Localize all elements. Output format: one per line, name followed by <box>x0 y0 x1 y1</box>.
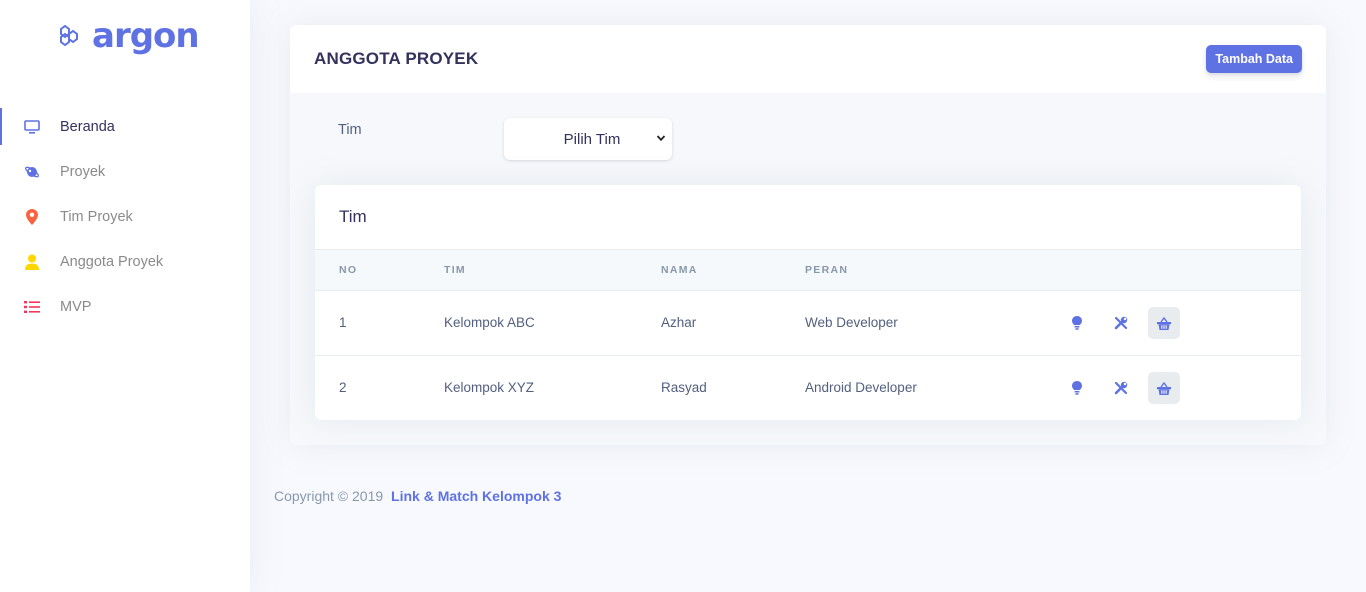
cell-no: 1 <box>339 315 347 330</box>
cell-tim: Kelompok ABC <box>444 315 535 330</box>
planet-icon <box>24 164 40 180</box>
list-icon <box>24 299 40 315</box>
footer: Copyright © 2019 Link & Match Kelompok 3 <box>274 488 561 504</box>
team-filter-label: Tim <box>338 122 362 138</box>
pin-icon <box>24 208 40 225</box>
add-data-button[interactable]: Tambah Data <box>1206 45 1302 73</box>
cell-peran: Android Developer <box>805 380 917 395</box>
sidebar-nav: Beranda Proyek Tim Proyek Anggota Proyek… <box>0 104 250 329</box>
brand-logo[interactable]: argon <box>56 16 200 56</box>
team-select-value: Pilih Tim <box>563 130 621 148</box>
sidebar-item-label: Anggota Proyek <box>60 253 164 270</box>
table-row: 1 Kelompok ABC Azhar Web Developer <box>315 291 1301 356</box>
chevron-down-icon <box>656 135 666 142</box>
cell-no: 2 <box>339 380 347 395</box>
page-title: ANGGOTA PROYEK <box>314 49 479 68</box>
anggota-proyek-card: ANGGOTA PROYEK Tambah Data Tim Pilih Tim… <box>290 25 1326 445</box>
sidebar-item-label: Proyek <box>60 163 106 180</box>
copyright-text: Copyright © 2019 <box>274 488 384 504</box>
sidebar: argon Beranda Proyek Tim Proyek Anggota … <box>0 0 250 592</box>
edit-button[interactable] <box>1105 307 1137 339</box>
cell-nama: Rasyad <box>661 380 707 395</box>
card-header: ANGGOTA PROYEK Tambah Data <box>290 25 1326 93</box>
basket-icon <box>1157 381 1171 395</box>
user-icon <box>24 254 40 270</box>
column-header-nama: NAMA <box>661 264 698 276</box>
column-header-no: NO <box>339 264 358 276</box>
team-select[interactable]: Pilih Tim <box>504 118 672 160</box>
delete-button[interactable] <box>1148 307 1180 339</box>
footer-link[interactable]: Link & Match Kelompok 3 <box>391 488 561 504</box>
sidebar-item-anggota-proyek[interactable]: Anggota Proyek <box>0 239 250 284</box>
brand-name: argon <box>92 16 200 56</box>
table-header: NO TIM NAMA PERAN <box>315 250 1301 291</box>
sidebar-item-label: MVP <box>60 298 92 315</box>
sidebar-item-label: Beranda <box>60 118 115 135</box>
table-row: 2 Kelompok XYZ Rasyad Android Developer <box>315 356 1301 420</box>
basket-icon <box>1157 316 1171 330</box>
team-table-card: Tim NO TIM NAMA PERAN 1 Kelompok ABC Azh… <box>315 185 1301 420</box>
sidebar-item-mvp[interactable]: MVP <box>0 284 250 329</box>
table-title: Tim <box>315 185 1301 250</box>
sidebar-item-tim-proyek[interactable]: Tim Proyek <box>0 194 250 239</box>
sidebar-item-label: Tim Proyek <box>60 208 133 225</box>
hexagons-icon <box>60 24 78 47</box>
cell-peran: Web Developer <box>805 315 898 330</box>
bulb-icon <box>1072 316 1082 330</box>
tv-icon <box>24 119 40 135</box>
detail-button[interactable] <box>1061 372 1093 404</box>
cell-tim: Kelompok XYZ <box>444 380 535 395</box>
detail-button[interactable] <box>1061 307 1093 339</box>
sidebar-item-proyek[interactable]: Proyek <box>0 149 250 194</box>
tools-icon <box>1114 316 1128 330</box>
bulb-icon <box>1072 381 1082 395</box>
sidebar-item-beranda[interactable]: Beranda <box>0 104 250 149</box>
cell-nama: Azhar <box>661 315 697 330</box>
tools-icon <box>1114 381 1128 395</box>
column-header-tim: TIM <box>444 264 466 276</box>
delete-button[interactable] <box>1148 372 1180 404</box>
edit-button[interactable] <box>1105 372 1137 404</box>
column-header-peran: PERAN <box>805 264 849 276</box>
